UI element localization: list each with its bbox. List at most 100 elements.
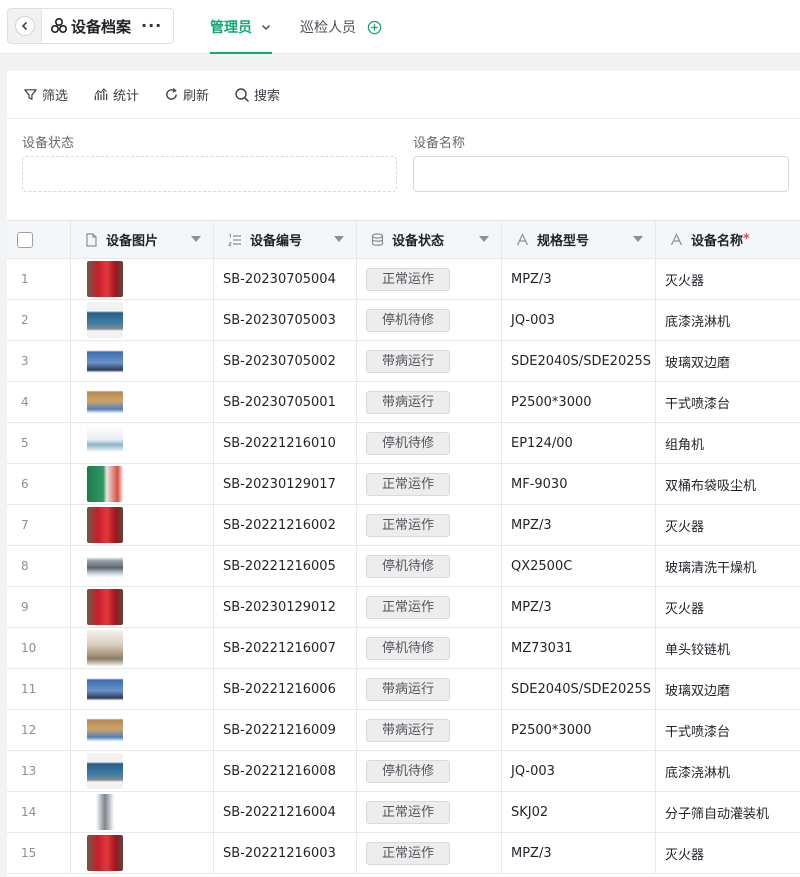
equipment-thumbnail[interactable] — [87, 466, 123, 502]
table-row[interactable]: 4 SB-20230705001 带病运行 P2500*3000 干式喷漆台 — [7, 382, 800, 423]
code-cell[interactable]: SB-20230705004 — [214, 259, 357, 299]
name-cell[interactable]: 底漆浇淋机 — [656, 751, 800, 791]
col-status[interactable]: 设备状态 — [357, 221, 502, 258]
status-cell[interactable]: 正常运作 — [357, 259, 502, 299]
status-cell[interactable]: 停机待修 — [357, 751, 502, 791]
code-cell[interactable]: SB-20221216006 — [214, 669, 357, 709]
stats-button[interactable]: 统计 — [93, 85, 139, 104]
table-row[interactable]: 14 SB-20221216004 正常运作 SKJ02 分子筛自动灌装机 — [7, 792, 800, 833]
tab-inspectors[interactable]: 巡检人员 — [300, 0, 382, 54]
col-name[interactable]: 设备名称 * — [656, 221, 800, 258]
name-cell[interactable]: 玻璃双边磨 — [656, 341, 800, 381]
caret-down-icon[interactable] — [479, 236, 489, 242]
name-cell[interactable]: 双桶布袋吸尘机 — [656, 464, 800, 504]
model-cell[interactable]: MPZ/3 — [502, 505, 656, 545]
tab-admin[interactable]: 管理员 — [210, 0, 272, 54]
image-cell[interactable] — [71, 505, 214, 545]
equipment-thumbnail[interactable] — [87, 589, 123, 625]
image-cell[interactable] — [71, 423, 214, 463]
code-cell[interactable]: SB-20221216005 — [214, 546, 357, 586]
status-cell[interactable]: 带病运行 — [357, 669, 502, 709]
image-cell[interactable] — [71, 341, 214, 381]
table-row[interactable]: 3 SB-20230705002 带病运行 SDE2040S/SDE2025S 玻璃双边… — [7, 341, 800, 382]
name-filter-input[interactable] — [413, 156, 789, 192]
name-cell[interactable]: 干式喷漆台 — [656, 710, 800, 750]
add-circle-icon[interactable] — [367, 20, 382, 35]
code-cell[interactable]: SB-20221216007 — [214, 628, 357, 668]
code-cell[interactable]: SB-20221216003 — [214, 833, 357, 873]
refresh-button[interactable]: 刷新 — [164, 85, 209, 104]
table-row[interactable]: 1 SB-20230705004 正常运作 MPZ/3 灭火器 — [7, 259, 800, 300]
model-cell[interactable]: SKJ02 — [502, 792, 656, 832]
caret-down-icon[interactable] — [633, 236, 643, 242]
model-cell[interactable]: SDE2040S/SDE2025S — [502, 669, 656, 709]
equipment-thumbnail[interactable] — [87, 753, 123, 789]
filter-button[interactable]: 筛选 — [23, 85, 68, 104]
name-cell[interactable]: 灭火器 — [656, 833, 800, 873]
col-model[interactable]: 规格型号 — [502, 221, 656, 258]
model-cell[interactable]: MZ73031 — [502, 628, 656, 668]
status-cell[interactable]: 停机待修 — [357, 423, 502, 463]
model-cell[interactable]: MF-9030 — [502, 464, 656, 504]
image-cell[interactable] — [71, 833, 214, 873]
code-cell[interactable]: SB-20221216002 — [214, 505, 357, 545]
code-cell[interactable]: SB-20221216009 — [214, 710, 357, 750]
equipment-thumbnail[interactable] — [87, 302, 123, 338]
model-cell[interactable]: MPZ/3 — [502, 587, 656, 627]
more-icon[interactable]: ··· — [141, 18, 162, 34]
code-cell[interactable]: SB-20230705003 — [214, 300, 357, 340]
equipment-thumbnail[interactable] — [87, 835, 123, 871]
table-row[interactable]: 15 SB-20221216003 正常运作 MPZ/3 灭火器 — [7, 833, 800, 874]
table-row[interactable]: 10 SB-20221216007 停机待修 MZ73031 单头铰链机 — [7, 628, 800, 669]
model-cell[interactable]: EP124/00 — [502, 423, 656, 463]
model-cell[interactable]: MPZ/3 — [502, 259, 656, 299]
table-row[interactable]: 11 SB-20221216006 带病运行 SDE2040S/SDE2025S 玻璃双… — [7, 669, 800, 710]
model-cell[interactable]: QX2500C — [502, 546, 656, 586]
equipment-thumbnail[interactable] — [87, 507, 123, 543]
code-cell[interactable]: SB-20221216010 — [214, 423, 357, 463]
status-cell[interactable]: 正常运作 — [357, 505, 502, 545]
name-cell[interactable]: 灭火器 — [656, 505, 800, 545]
image-cell[interactable] — [71, 628, 214, 668]
status-filter-field[interactable] — [22, 156, 397, 192]
equipment-thumbnail[interactable] — [87, 548, 123, 584]
status-cell[interactable]: 正常运作 — [357, 833, 502, 873]
name-cell[interactable]: 组角机 — [656, 423, 800, 463]
name-cell[interactable]: 底漆浇淋机 — [656, 300, 800, 340]
image-cell[interactable] — [71, 546, 214, 586]
equipment-thumbnail[interactable] — [87, 343, 123, 379]
name-cell[interactable]: 玻璃清洗干燥机 — [656, 546, 800, 586]
model-cell[interactable]: JQ-003 — [502, 300, 656, 340]
status-cell[interactable]: 正常运作 — [357, 792, 502, 832]
model-cell[interactable]: JQ-003 — [502, 751, 656, 791]
image-cell[interactable] — [71, 669, 214, 709]
equipment-thumbnail[interactable] — [87, 630, 123, 666]
image-cell[interactable] — [71, 587, 214, 627]
name-cell[interactable]: 玻璃双边磨 — [656, 669, 800, 709]
code-cell[interactable]: SB-20230705001 — [214, 382, 357, 422]
name-cell[interactable]: 分子筛自动灌装机 — [656, 792, 800, 832]
model-cell[interactable]: SDE2040S/SDE2025S — [502, 341, 656, 381]
model-cell[interactable]: MPZ/3 — [502, 833, 656, 873]
table-row[interactable]: 6 SB-20230129017 正常运作 MF-9030 双桶布袋吸尘机 — [7, 464, 800, 505]
code-cell[interactable]: SB-20221216008 — [214, 751, 357, 791]
equipment-thumbnail[interactable] — [87, 794, 123, 830]
name-cell[interactable]: 干式喷漆台 — [656, 382, 800, 422]
table-row[interactable]: 2 SB-20230705003 停机待修 JQ-003 底漆浇淋机 — [7, 300, 800, 341]
code-cell[interactable]: SB-20230705002 — [214, 341, 357, 381]
equipment-thumbnail[interactable] — [87, 425, 123, 461]
status-cell[interactable]: 停机待修 — [357, 546, 502, 586]
name-cell[interactable]: 单头铰链机 — [656, 628, 800, 668]
status-cell[interactable]: 带病运行 — [357, 341, 502, 381]
equipment-thumbnail[interactable] — [87, 384, 123, 420]
caret-down-icon[interactable] — [191, 236, 201, 242]
table-row[interactable]: 12 SB-20221216009 带病运行 P2500*3000 干式喷漆台 — [7, 710, 800, 751]
col-image[interactable]: 设备图片 — [71, 221, 214, 258]
table-row[interactable]: 7 SB-20221216002 正常运作 MPZ/3 灭火器 — [7, 505, 800, 546]
model-cell[interactable]: P2500*3000 — [502, 710, 656, 750]
search-button[interactable]: 搜索 — [234, 85, 280, 104]
image-cell[interactable] — [71, 300, 214, 340]
image-cell[interactable] — [71, 259, 214, 299]
select-all-checkbox[interactable] — [17, 231, 33, 248]
image-cell[interactable] — [71, 382, 214, 422]
